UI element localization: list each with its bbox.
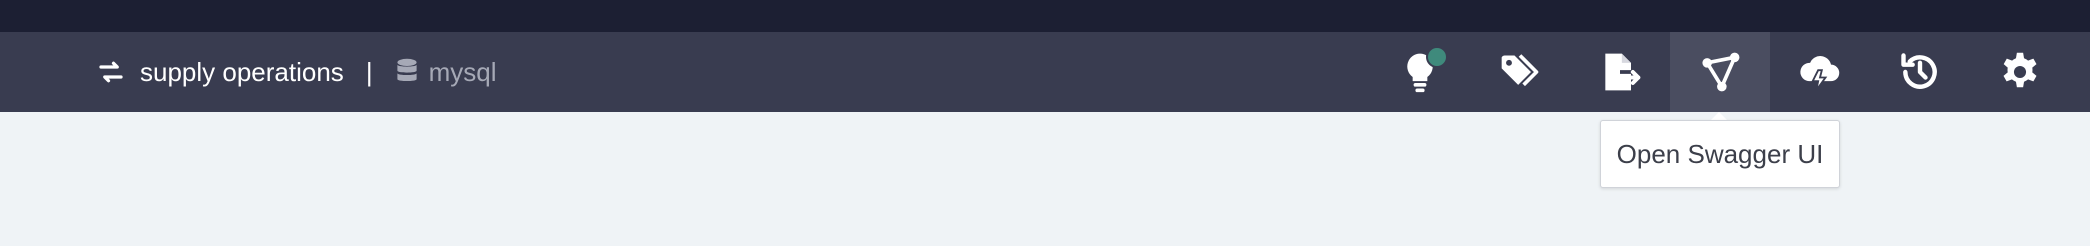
tags-button[interactable] [1470, 32, 1570, 112]
export-button[interactable] [1570, 32, 1670, 112]
cloud-bolt-icon [1800, 56, 1840, 91]
database-name[interactable]: mysql [429, 57, 497, 88]
gear-icon [2003, 52, 2037, 88]
breadcrumb: supply operations | mysql [96, 32, 496, 112]
project-toolbar: supply operations | mysql [0, 32, 2090, 112]
window-top-strip [0, 0, 2090, 32]
settings-button[interactable] [1970, 32, 2070, 112]
swap-arrows-icon[interactable] [96, 57, 126, 87]
swagger-tooltip: Open Swagger UI [1600, 120, 1840, 188]
notification-badge [1426, 46, 1448, 68]
swagger-share-icon [1702, 52, 1740, 92]
history-icon [1901, 53, 1937, 89]
workspace-name[interactable]: supply operations [140, 57, 344, 88]
tips-button[interactable] [1370, 32, 1470, 112]
breadcrumb-separator: | [365, 56, 373, 87]
tags-icon [1501, 54, 1539, 87]
database-icon [395, 57, 419, 87]
file-export-icon [1605, 53, 1641, 91]
tooltip-text: Open Swagger UI [1616, 138, 1824, 169]
swagger-button[interactable] [1670, 32, 1770, 112]
cloud-deploy-button[interactable] [1770, 32, 1870, 112]
history-button[interactable] [1870, 32, 1970, 112]
